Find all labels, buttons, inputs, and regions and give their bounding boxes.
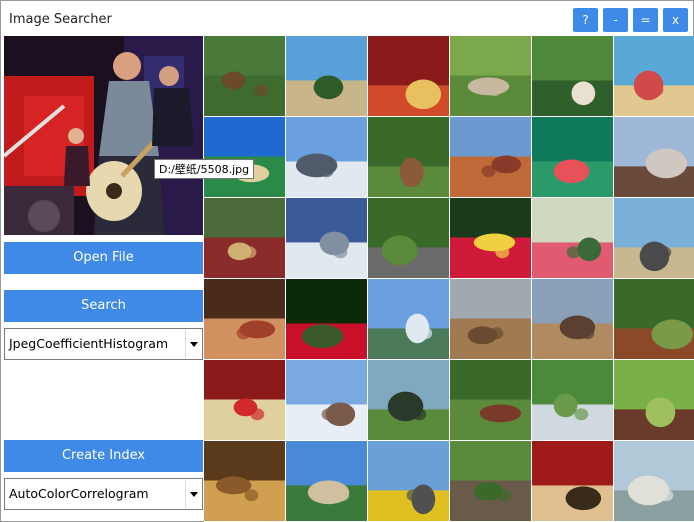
thumbnail-colosseum[interactable]: [450, 279, 532, 360]
thumbnail-red-rose[interactable]: [286, 279, 368, 360]
maximize-button[interactable]: =: [633, 8, 658, 32]
thumbnail-elephant-tree[interactable]: [368, 360, 450, 441]
chevron-down-icon[interactable]: [185, 330, 201, 358]
thumbnail-horse-riders[interactable]: [450, 441, 532, 522]
thumbnail-mountain-lake[interactable]: [368, 279, 450, 360]
thumbnail-palm-beach[interactable]: [204, 117, 286, 198]
thumbnail-white-horse[interactable]: [532, 360, 614, 441]
thumbnail-canyon-sky[interactable]: [450, 117, 532, 198]
preview-image: [4, 36, 203, 235]
thumbnail-glacier-people[interactable]: [286, 117, 368, 198]
thumbnail-face-paint[interactable]: [204, 360, 286, 441]
thumbnail-savanna-tree[interactable]: [286, 36, 368, 117]
thumbnail-beach-sail[interactable]: [614, 36, 694, 117]
thumbnail-red-roses[interactable]: [532, 117, 614, 198]
thumbnail-horses-field[interactable]: [204, 36, 286, 117]
thumbnail-horses-grass[interactable]: [532, 36, 614, 117]
create-index-button[interactable]: Create Index: [4, 440, 203, 472]
thumbnail-horse-grazing[interactable]: [450, 36, 532, 117]
thumbnail-snow-village[interactable]: [286, 360, 368, 441]
thumbnail-horses-pair[interactable]: [614, 360, 694, 441]
chevron-down-icon[interactable]: [185, 480, 201, 508]
thumbnail-bus-street[interactable]: [368, 441, 450, 522]
thumbnail-red-flower[interactable]: [450, 198, 532, 279]
help-button[interactable]: ?: [573, 8, 598, 32]
thumbnail-horses-green[interactable]: [450, 360, 532, 441]
thumbnail-mountains-rock[interactable]: [614, 117, 694, 198]
index-feature-dropdown[interactable]: AutoColorCorrelogram: [4, 478, 203, 510]
thumbnail-food-skewers[interactable]: [532, 441, 614, 522]
result-grid: [204, 36, 694, 522]
file-path-tooltip: D:/壁纸/5508.jpg: [154, 159, 255, 179]
thumbnail-resort-palms[interactable]: [286, 441, 368, 522]
thumbnail-gold-crafts[interactable]: [204, 441, 286, 522]
search-button[interactable]: Search: [4, 290, 203, 322]
thumbnail-horses-trees[interactable]: [614, 279, 694, 360]
thumbnail-elephant-plain[interactable]: [614, 198, 694, 279]
search-feature-value: JpegCoefficientHistogram: [9, 336, 169, 351]
thumbnail-feast[interactable]: [204, 279, 286, 360]
thumbnail-horses-meadow[interactable]: [368, 117, 450, 198]
window-title: Image Searcher: [9, 12, 112, 27]
thumbnail-food-plate[interactable]: [368, 36, 450, 117]
thumbnail-surf-beach[interactable]: [614, 441, 694, 522]
close-button[interactable]: x: [663, 8, 688, 32]
thumbnail-snow-peaks[interactable]: [286, 198, 368, 279]
open-file-button[interactable]: Open File: [4, 242, 203, 274]
minimize-button[interactable]: -: [603, 8, 628, 32]
thumbnail-colosseum-2[interactable]: [532, 279, 614, 360]
thumbnail-pink-roses[interactable]: [532, 198, 614, 279]
app-window: Image Searcher ? - = x D:/壁纸/5508.jpg Op…: [0, 0, 694, 522]
thumbnail-elephant[interactable]: [368, 198, 450, 279]
thumbnail-tribal[interactable]: [204, 198, 286, 279]
concert-photo: [4, 36, 203, 235]
index-feature-value: AutoColorCorrelogram: [9, 486, 149, 501]
search-feature-dropdown[interactable]: JpegCoefficientHistogram: [4, 328, 203, 360]
